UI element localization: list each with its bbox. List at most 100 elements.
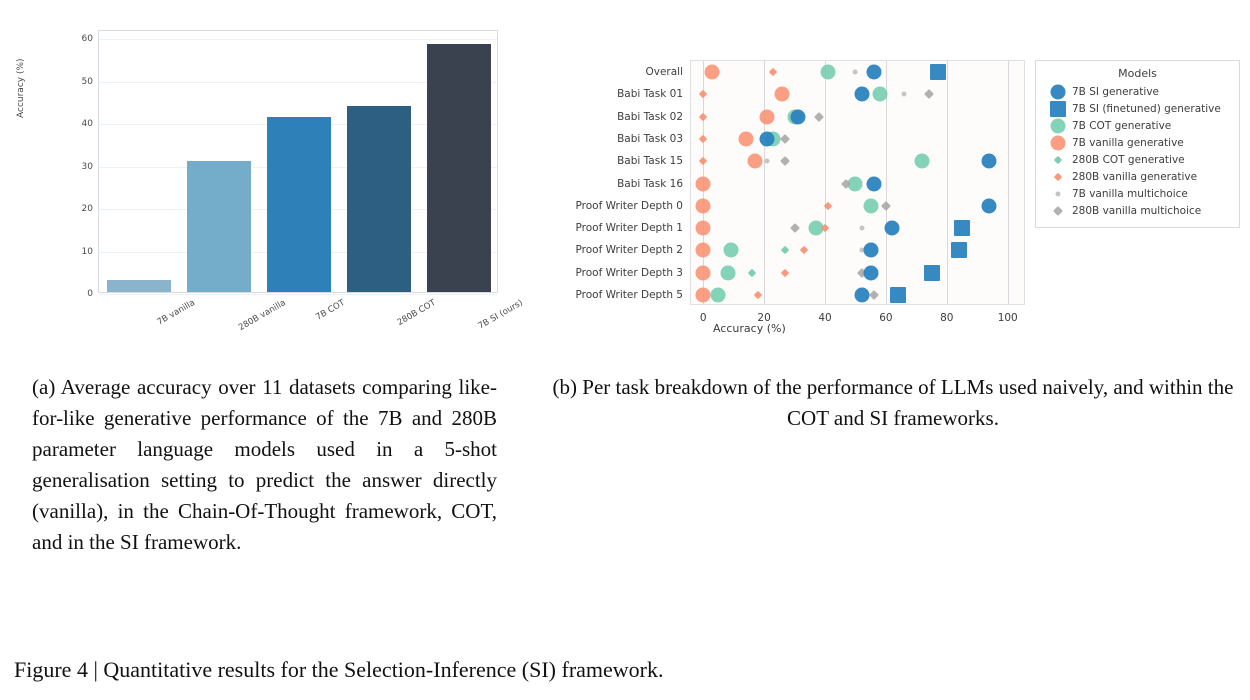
legend-item[interactable]: 280B vanilla generative [1044,168,1231,185]
bar-chart-bar [267,117,331,292]
scatter-chart-y-tick: Proof Writer Depth 1 [575,222,684,235]
legend-marker-icon [1044,83,1072,100]
bar-chart-x-tick: 280B vanilla [237,298,288,334]
scatter-point [854,287,870,303]
scatter-chart-plot-area: 0 20 40 60 80 100 Overall Babi Task 01 Babi Task… [576,60,1025,324]
subcaption-a: (a) Average accuracy over 11 datasets co… [32,375,497,554]
bar-chart-y-tick: 0 [87,289,93,299]
scatter-point [698,90,708,99]
scatter-point [698,134,708,144]
scatter-point [753,290,763,300]
scatter-point [929,64,946,81]
scatter-chart-y-tick: Babi Task 02 [617,110,683,123]
legend-marker-icon [1044,100,1072,117]
scatter-point [789,223,800,233]
bar-chart-bar [107,280,171,292]
bar-chart-panel: Accuracy (%) 0 10 20 30 40 50 60 7B vanilla 280… [16,18,530,373]
scatter-chart-legend: Models 7B SI generative 7B SI (finetuned)… [1035,60,1240,228]
legend-marker-icon [1044,151,1072,168]
scatter-point [884,220,900,236]
scatter-chart-y-tick: Babi Task 16 [617,177,683,190]
figure-caption: Figure 4 | Quantitative results for the … [14,657,664,682]
bar-chart-y-tick: 60 [81,34,93,45]
scatter-point [863,265,879,281]
legend-marker-icon [1044,134,1072,151]
scatter-point [954,220,971,237]
scatter-point [759,109,775,125]
legend-item[interactable]: 280B COT generative [1044,151,1231,168]
scatter-point [981,153,997,169]
legend-item-label: 280B COT generative [1072,153,1185,166]
bar-chart-plot-area: 0 10 20 30 40 50 60 [82,30,498,299]
scatter-chart-panel: 0 20 40 60 80 100 Overall Babi Task 01 Babi Task… [545,50,1245,370]
legend-marker-icon [1044,168,1072,185]
scatter-point [695,265,711,281]
scatter-point [852,69,858,75]
scatter-point [698,156,708,166]
scatter-chart-gridline [1007,61,1009,304]
scatter-chart-y-tick: Babi Task 01 [617,88,683,101]
legend-item[interactable]: 280B vanilla multichoice [1044,202,1231,219]
legend-item-label: 280B vanilla multichoice [1072,204,1202,217]
legend-marker-icon [1044,185,1072,202]
subcaption-b: (b) Per task breakdown of the performanc… [552,375,1234,430]
legend-item-label: 7B vanilla generative [1072,136,1184,149]
scatter-point [866,64,882,80]
scatter-point [901,91,907,97]
scatter-point [695,198,711,214]
bar-chart-y-axis-label: Accuracy (%) [16,58,26,118]
bar-chart-y-tick: 10 [81,246,93,257]
bar-chart-y-tick: 40 [81,119,93,130]
scatter-point [872,86,888,102]
scatter-point [923,89,934,100]
bar-chart-x-tick: 7B SI (ours) [476,298,525,332]
legend-item-label: 7B SI generative [1072,85,1160,98]
scatter-point [720,265,736,281]
scatter-point [759,131,775,147]
scatter-chart-gridline [946,61,948,304]
scatter-chart-x-tick: 100 [997,312,1018,324]
scatter-chart-y-tick: Proof Writer Depth 5 [575,288,684,301]
scatter-chart-y-tick: Babi Task 15 [617,155,683,168]
scatter-point [764,158,770,164]
scatter-chart-x-tick: 60 [879,312,893,324]
scatter-point [780,156,791,167]
scatter-point [868,289,879,300]
legend-item-label: 280B vanilla generative [1072,170,1198,183]
scatter-chart-y-tick: Proof Writer Depth 3 [575,266,684,279]
legend-item[interactable]: 7B SI (finetuned) generative [1044,100,1231,117]
scatter-point [880,200,891,211]
bar-chart-gridline [99,39,497,41]
scatter-point [813,111,824,122]
legend-item[interactable]: 7B vanilla multichoice [1044,185,1231,202]
scatter-point [723,242,739,258]
scatter-point [780,134,791,144]
scatter-point [768,67,778,77]
legend-item-label: 7B SI (finetuned) generative [1072,102,1221,115]
scatter-point [695,176,711,191]
scatter-point [695,287,711,303]
legend-item[interactable]: 7B COT generative [1044,117,1231,134]
bar-chart-y-tick: 50 [81,76,93,87]
scatter-point [695,220,711,236]
legend-item[interactable]: 7B vanilla generative [1044,134,1231,151]
scatter-point [914,153,930,169]
bar-chart-x-tick: 7B COT [314,298,347,323]
scatter-point [863,198,879,214]
scatter-chart-x-axis-label: Accuracy (%) [713,322,786,335]
scatter-chart-gridline [825,61,826,304]
scatter-point [747,153,763,169]
scatter-point [781,268,790,277]
scatter-chart-x-tick: 0 [699,312,707,324]
scatter-point [799,246,808,255]
scatter-point [863,242,879,258]
scatter-point [854,86,870,102]
bar-chart-bar [187,160,251,292]
legend-item[interactable]: 7B SI generative [1044,83,1231,100]
legend-rows: 7B SI generative 7B SI (finetuned) genera… [1044,83,1231,219]
scatter-chart-y-tick: Babi Task 03 [617,132,683,145]
scatter-point [923,264,940,281]
scatter-point [866,176,882,191]
scatter-chart-y-tick: Overall [645,66,683,79]
bar-chart-bar [347,106,411,292]
